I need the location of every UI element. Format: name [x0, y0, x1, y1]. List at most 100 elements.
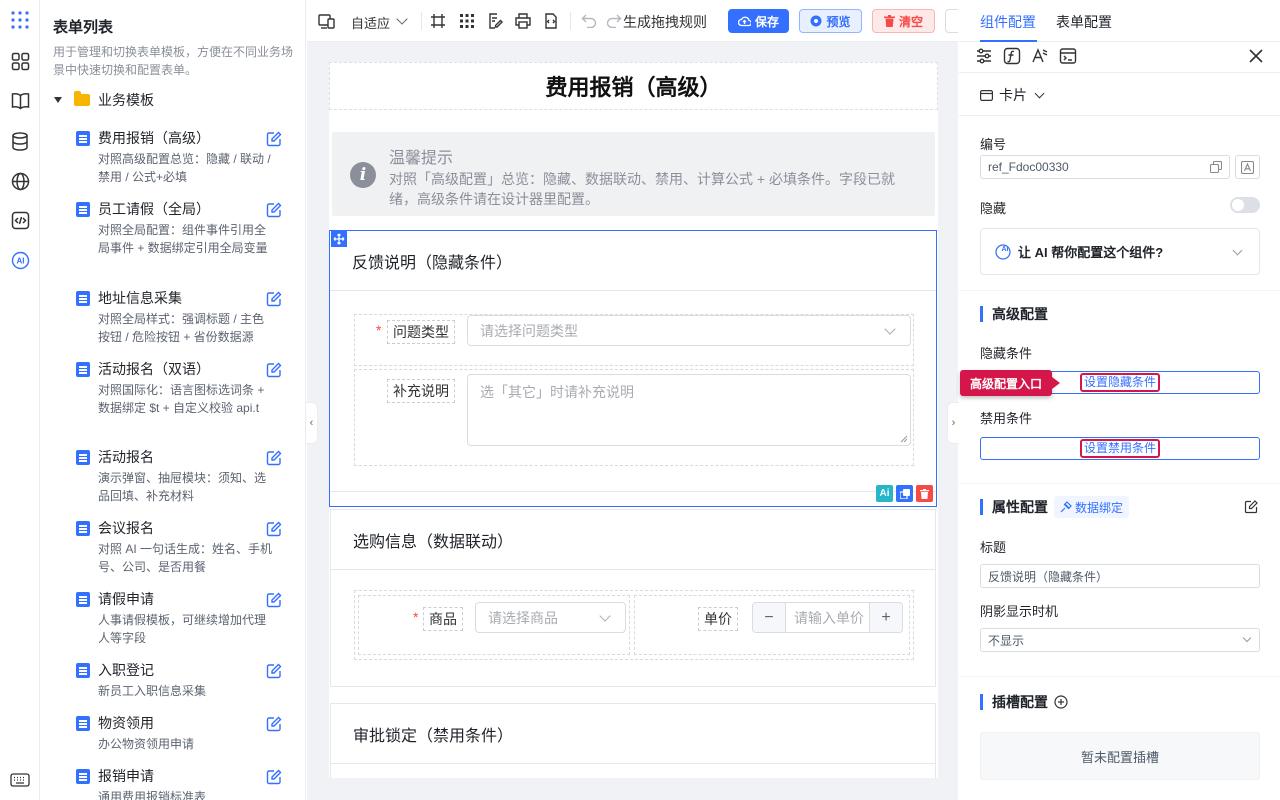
- increase-button[interactable]: +: [869, 603, 902, 632]
- tab-indicator: [980, 40, 1037, 42]
- lang-button[interactable]: [1235, 155, 1260, 179]
- document-icon: [76, 362, 90, 377]
- hide-cond-btn-label: 设置隐藏条件: [1079, 373, 1160, 392]
- panel-description: 用于管理和切换表单模板，方便在不同业务场景中快速切换和配置表单。: [53, 45, 294, 77]
- drag-handle[interactable]: [331, 231, 347, 247]
- hidden-label: 隐藏: [980, 201, 1007, 216]
- preview-label: 预览: [826, 14, 851, 29]
- edit-icon[interactable]: [266, 362, 282, 378]
- edit-icon[interactable]: [266, 291, 282, 307]
- clear-button[interactable]: 清空: [872, 9, 935, 33]
- formula-icon[interactable]: [1003, 47, 1021, 65]
- ai-badge: AI: [1001, 246, 1009, 253]
- sliders-icon[interactable]: [975, 47, 993, 65]
- edit-icon[interactable]: [1244, 500, 1258, 514]
- document-icon: [76, 663, 90, 678]
- device-icon[interactable]: [318, 12, 336, 30]
- price-input[interactable]: − 请输入单价 +: [752, 602, 903, 633]
- template-name: 活动报名（双语）: [98, 361, 210, 377]
- apps-grid-icon[interactable]: [9, 9, 31, 31]
- collapse-right-button[interactable]: ›: [947, 402, 959, 444]
- card-feedback[interactable]: 反馈说明（隐藏条件） * 问题类型 请选择问题类型 补充说明 选「其它」时请补充…: [329, 230, 937, 507]
- components-icon[interactable]: [9, 50, 31, 72]
- template-list-panel: 表单列表 用于管理和切换表单模板，方便在不同业务场景中快速切换和配置表单。 业务…: [40, 0, 306, 800]
- collapse-left-button[interactable]: ‹: [306, 402, 318, 444]
- json-icon[interactable]: [542, 12, 560, 30]
- document-icon: [76, 521, 90, 536]
- edit-icon[interactable]: [266, 521, 282, 537]
- decrease-button[interactable]: −: [753, 603, 786, 632]
- add-circle-icon[interactable]: [1054, 695, 1068, 709]
- field-label: 单价: [698, 607, 738, 631]
- language-icon: [1241, 160, 1254, 174]
- edit-icon[interactable]: [266, 592, 282, 608]
- resize-handle-icon[interactable]: [900, 435, 908, 443]
- set-disable-condition-button[interactable]: 设置禁用条件: [980, 437, 1260, 460]
- print-icon[interactable]: [514, 12, 532, 30]
- keyboard-icon[interactable]: [9, 769, 31, 791]
- qrcode-icon[interactable]: [458, 12, 476, 30]
- edit-icon[interactable]: [266, 450, 282, 466]
- issue-type-select[interactable]: 请选择问题类型: [467, 315, 911, 346]
- delete-button[interactable]: [916, 485, 933, 502]
- caret-down-icon[interactable]: [54, 97, 62, 103]
- document-icon: [76, 450, 90, 465]
- book-icon[interactable]: [9, 90, 31, 112]
- document-icon: [76, 716, 90, 731]
- tab-component-config[interactable]: 组件配置: [980, 12, 1036, 32]
- product-select[interactable]: 请选择商品: [475, 602, 626, 633]
- copy-button[interactable]: [896, 485, 913, 502]
- save-button[interactable]: 保存: [728, 9, 789, 33]
- id-value: ref_Fdoc00330: [988, 160, 1069, 174]
- more-button[interactable]: [945, 9, 958, 33]
- edit-icon[interactable]: [266, 663, 282, 679]
- form-title[interactable]: 费用报销（高级）: [329, 62, 938, 110]
- title-input[interactable]: 反馈说明（隐藏条件）: [980, 564, 1260, 588]
- edit-doc-icon[interactable]: [486, 12, 504, 30]
- text-style-icon[interactable]: [1031, 47, 1049, 65]
- card-purchase[interactable]: 选购信息（数据联动） * 商品 请选择商品 单价 − 请输入单价 +: [330, 509, 936, 687]
- tip-alert[interactable]: i 温馨提示 对照「高级配置」总览：隐藏、数据联动、禁用、计算公式 + 必填条件…: [332, 132, 935, 216]
- ai-icon[interactable]: AI: [9, 249, 31, 271]
- info-icon: i: [350, 162, 376, 188]
- code-icon[interactable]: [9, 209, 31, 231]
- adapt-select[interactable]: 自适应: [351, 13, 390, 32]
- template-group[interactable]: 业务模板: [53, 90, 154, 110]
- preview-button[interactable]: 预览: [799, 9, 862, 33]
- data-binding-tag[interactable]: 数据绑定: [1054, 496, 1130, 518]
- edit-icon[interactable]: [266, 131, 282, 147]
- ai-assist-panel[interactable]: AI 让 AI 帮你配置这个组件?: [980, 228, 1260, 275]
- ai-button[interactable]: Ai: [876, 485, 893, 502]
- edit-icon[interactable]: [266, 716, 282, 732]
- title-label: 标题: [980, 540, 1007, 555]
- panel-title: 表单列表: [53, 19, 114, 36]
- edit-icon[interactable]: [266, 769, 282, 785]
- clear-label: 清空: [898, 14, 923, 29]
- component-type-select[interactable]: 卡片: [980, 85, 1045, 105]
- globe-icon[interactable]: [9, 170, 31, 192]
- slot-empty: 暂未配置插槽: [980, 732, 1260, 780]
- note-textarea[interactable]: 选「其它」时请补充说明: [467, 374, 911, 446]
- select-placeholder: 请选择商品: [488, 609, 558, 626]
- gen-rules-button[interactable]: 生成拖拽规则: [623, 12, 707, 32]
- copy-icon[interactable]: [1210, 161, 1222, 173]
- move-icon: [333, 233, 345, 245]
- close-icon[interactable]: [1249, 49, 1263, 63]
- hidden-toggle[interactable]: [1230, 197, 1260, 213]
- database-icon[interactable]: [9, 130, 31, 152]
- cloud-icon: [737, 16, 751, 27]
- tab-form-config[interactable]: 表单配置: [1056, 12, 1112, 32]
- edit-icon[interactable]: [266, 202, 282, 218]
- frame-icon[interactable]: [429, 12, 447, 30]
- redo-icon[interactable]: [605, 12, 623, 30]
- code-window-icon[interactable]: [1059, 47, 1077, 65]
- chevron-down-icon[interactable]: [396, 13, 408, 25]
- icon-rail: AI: [0, 0, 40, 800]
- undo-icon[interactable]: [580, 12, 598, 30]
- template-name: 地址信息采集: [98, 290, 182, 306]
- card-approval-lock[interactable]: 审批锁定（禁用条件）: [330, 703, 936, 778]
- id-input[interactable]: ref_Fdoc00330: [980, 155, 1230, 179]
- shadow-select[interactable]: 不显示: [980, 628, 1260, 652]
- attr-config-title: 属性配置: [980, 499, 1048, 515]
- template-name: 费用报销（高级）: [98, 130, 210, 146]
